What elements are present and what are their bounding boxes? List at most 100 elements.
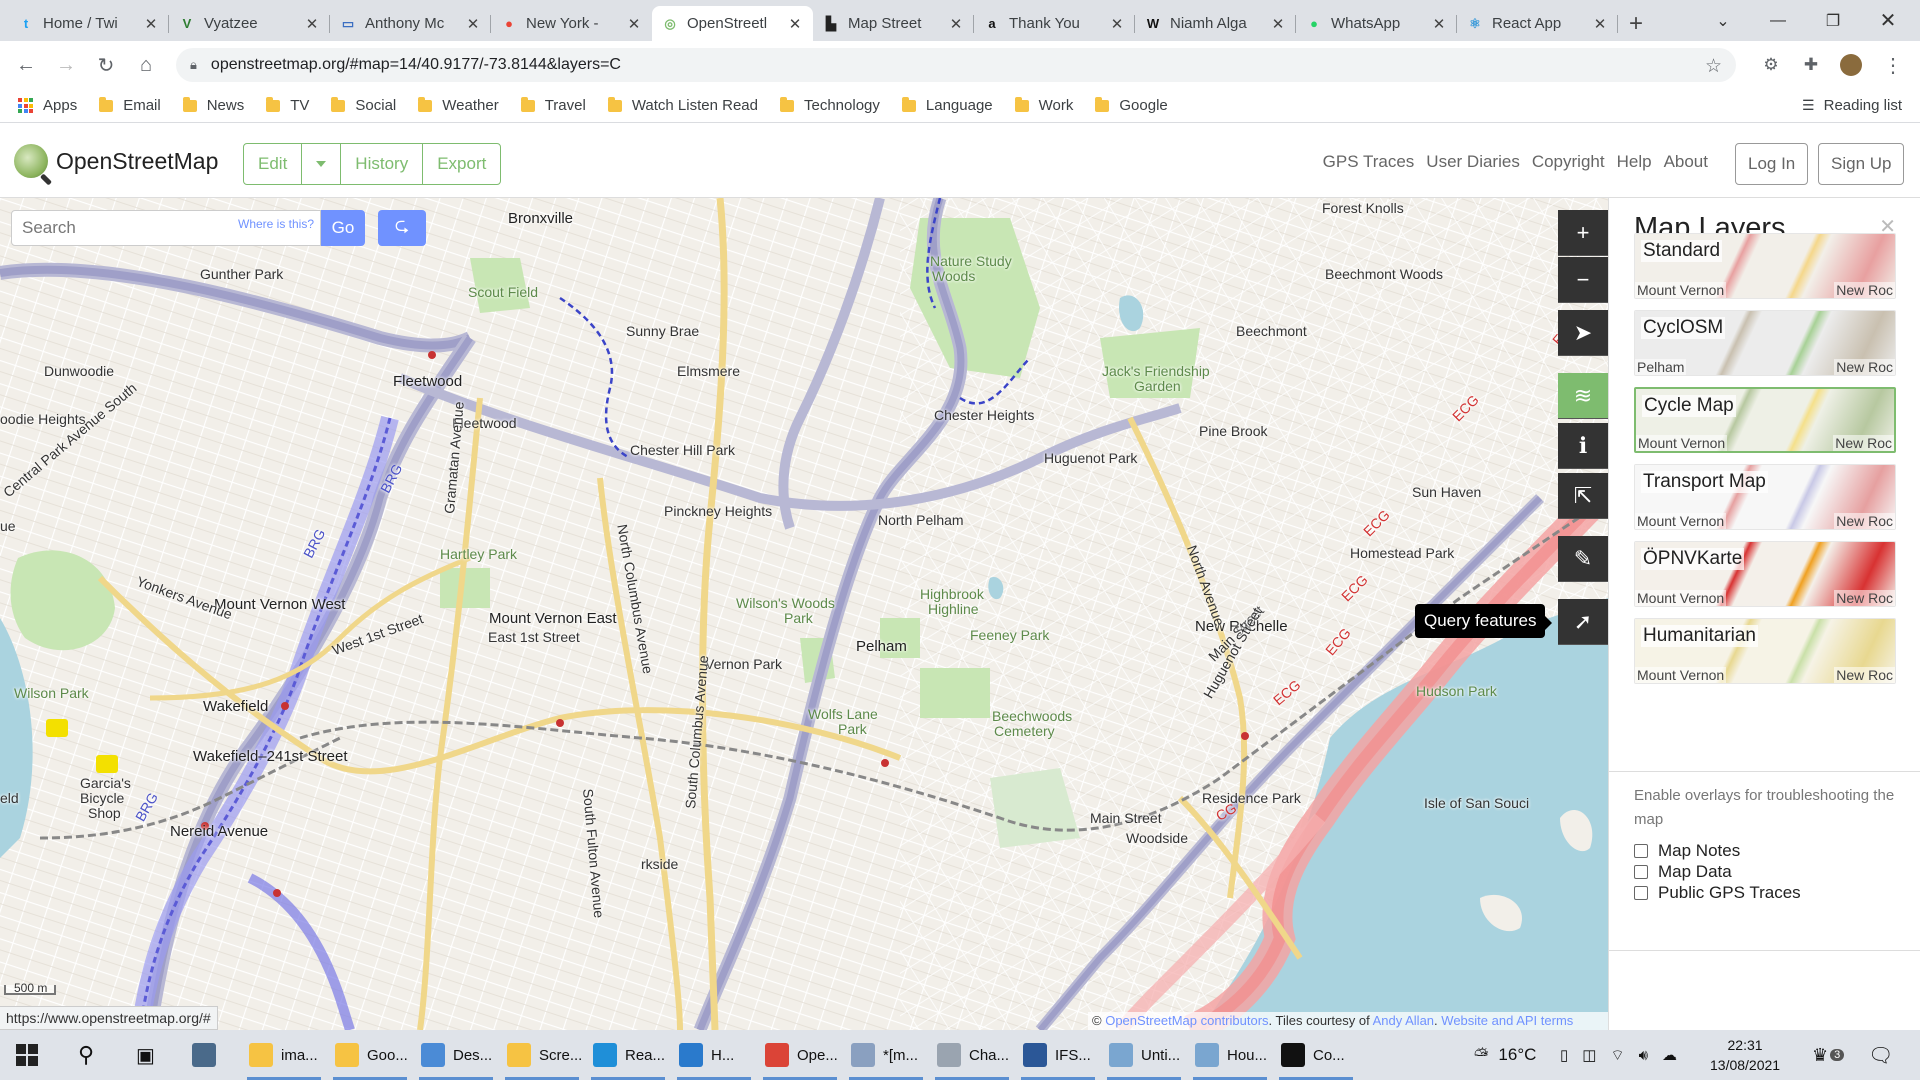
browser-tab[interactable]: ▭ Anthony Mc ✕ [330, 6, 491, 41]
checkbox[interactable] [1634, 886, 1648, 900]
close-tab-icon[interactable]: ✕ [948, 15, 964, 33]
bookmark-language[interactable]: Language [901, 96, 993, 114]
taskbar-app[interactable]: Scre... [501, 1030, 583, 1080]
bookmark-star-icon[interactable]: ☆ [1705, 55, 1722, 78]
close-window-icon[interactable]: ✕ [1865, 0, 1911, 41]
back-arrow-icon[interactable]: ← [10, 49, 42, 81]
layer-option-humanitarian[interactable]: Humanitarian Mount Vernon New Roc [1634, 618, 1896, 684]
bookmark-apps[interactable]: Apps [18, 97, 77, 114]
close-tab-icon[interactable]: ✕ [1109, 15, 1125, 33]
close-tab-icon[interactable]: ✕ [787, 15, 803, 33]
new-tab-button[interactable]: + [1618, 6, 1654, 41]
map-canvas[interactable]: Bronxville Forest Knolls Gunther Park Scout… [0, 198, 1608, 1030]
layer-option--pnvkarte[interactable]: ÖPNVKarte Mount Vernon New Roc [1634, 541, 1896, 607]
browser-tab[interactable]: ⚛ React App ✕ [1457, 6, 1618, 41]
browser-tab[interactable]: ● WhatsApp ✕ [1296, 6, 1457, 41]
close-tab-icon[interactable]: ✕ [143, 15, 159, 33]
close-tab-icon[interactable]: ✕ [626, 15, 642, 33]
zoom-in-button[interactable]: + [1558, 210, 1608, 256]
browser-tab[interactable]: W Niamh Alga ✕ [1135, 6, 1296, 41]
nav-user-diaries[interactable]: User Diaries [1426, 152, 1520, 172]
bookmark-weather[interactable]: Weather [418, 96, 499, 114]
edit-dropdown-button[interactable] [302, 144, 342, 184]
nav-about[interactable]: About [1664, 152, 1708, 172]
close-tab-icon[interactable]: ✕ [1592, 15, 1608, 33]
forward-arrow-icon[interactable]: → [50, 49, 82, 81]
query-features-button[interactable]: ➚ [1558, 599, 1608, 645]
taskbar-app[interactable]: *[m... [845, 1030, 927, 1080]
menu-kebab-icon[interactable]: ⋮ [1882, 54, 1904, 77]
layer-option-cyclosm[interactable]: CyclOSM Pelham New Roc [1634, 310, 1896, 376]
bookmark-travel[interactable]: Travel [520, 96, 586, 114]
taskbar-app[interactable]: Ope... [759, 1030, 841, 1080]
nav-copyright[interactable]: Copyright [1532, 152, 1605, 172]
home-icon[interactable]: ⌂ [130, 49, 162, 81]
taskbar-app[interactable]: Des... [415, 1030, 497, 1080]
browser-tab[interactable]: V Vyatzee ✕ [169, 6, 330, 41]
browser-tab[interactable]: ● New York - ✕ [491, 6, 652, 41]
where-is-this-link[interactable]: Where is this? [238, 217, 314, 231]
tab-search-icon[interactable]: ⌄ [1700, 0, 1746, 41]
signup-button[interactable]: Sign Up [1818, 143, 1905, 185]
browser-tab[interactable]: t Home / Twi ✕ [8, 6, 169, 41]
reading-list-button[interactable]: ☰ Reading list [1802, 97, 1902, 114]
nav-gps-traces[interactable]: GPS Traces [1323, 152, 1415, 172]
taskbar-app[interactable]: ima... [243, 1030, 325, 1080]
add-note-button[interactable]: ✎ [1558, 536, 1608, 582]
andy-allan-link[interactable]: Andy Allan [1373, 1013, 1434, 1028]
export-button[interactable]: Export [423, 144, 500, 184]
api-terms-link[interactable]: Website and API terms [1441, 1013, 1573, 1028]
checkbox[interactable] [1634, 844, 1648, 858]
search-icon[interactable]: ⚲ [78, 1030, 94, 1080]
layer-option-cycle-map[interactable]: Cycle Map Mount Vernon New Roc [1634, 387, 1896, 453]
browser-tab[interactable]: a Thank You ✕ [974, 6, 1135, 41]
taskbar-app[interactable]: Cha... [931, 1030, 1013, 1080]
share-button[interactable]: ⇱ [1558, 473, 1608, 519]
overlay-map-data[interactable]: Map Data [1634, 862, 1732, 882]
search-go-button[interactable]: Go [321, 210, 365, 246]
bookmark-tv[interactable]: TV [266, 96, 309, 114]
osm-contributors-link[interactable]: OpenStreetMap contributors [1105, 1013, 1268, 1028]
close-tab-icon[interactable]: ✕ [1431, 15, 1447, 33]
extensions-puzzle-icon[interactable]: ✚ [1800, 54, 1822, 76]
nav-help[interactable]: Help [1617, 152, 1652, 172]
notification-badge[interactable]: ♛ 3 [1812, 1030, 1845, 1080]
bookmark-email[interactable]: Email [99, 96, 161, 114]
browser-tab[interactable]: ▙ Map Street ✕ [813, 6, 974, 41]
directions-button[interactable]: ⮎ [378, 210, 426, 246]
bookmark-social[interactable]: Social [331, 96, 396, 114]
layer-option-transport-map[interactable]: Transport Map Mount Vernon New Roc [1634, 464, 1896, 530]
start-button[interactable] [16, 1030, 38, 1080]
taskbar-app[interactable]: H... [673, 1030, 755, 1080]
overlay-public-gps-traces[interactable]: Public GPS Traces [1634, 883, 1801, 903]
zoom-out-button[interactable]: − [1558, 257, 1608, 303]
taskbar-app[interactable]: Hou... [1189, 1030, 1271, 1080]
profile-avatar[interactable] [1840, 54, 1862, 76]
taskbar-app[interactable]: Unti... [1103, 1030, 1185, 1080]
browser-tab[interactable]: ◎ OpenStreetl ✕ [652, 6, 813, 41]
battery-icon[interactable]: ▯ [1560, 1046, 1568, 1064]
checkbox[interactable] [1634, 865, 1648, 879]
close-tab-icon[interactable]: ✕ [1270, 15, 1286, 33]
taskbar-app[interactable]: Goo... [329, 1030, 411, 1080]
weather-widget[interactable]: ⛅︎ 16°C [1474, 1030, 1536, 1080]
extension-gear-icon[interactable]: ⚙ [1760, 54, 1782, 76]
bookmark-technology[interactable]: Technology [780, 96, 880, 114]
edit-button[interactable]: Edit [244, 144, 303, 184]
bookmark-watch-listen-read[interactable]: Watch Listen Read [607, 96, 758, 114]
bookmark-google[interactable]: Google [1095, 96, 1168, 114]
close-tab-icon[interactable]: ✕ [465, 15, 481, 33]
address-bar[interactable]: 🔒︎ openstreetmap.org/#map=14/40.9177/-73… [176, 48, 1736, 82]
onedrive-icon[interactable]: ☁ [1662, 1046, 1677, 1064]
bookmark-news[interactable]: News [182, 96, 244, 114]
login-button[interactable]: Log In [1735, 143, 1809, 185]
bookmark-work[interactable]: Work [1014, 96, 1073, 114]
overlay-map-notes[interactable]: Map Notes [1634, 841, 1740, 861]
restore-icon[interactable]: ❐ [1810, 0, 1856, 41]
task-view-icon[interactable]: ▣ [136, 1030, 155, 1080]
taskbar-app[interactable]: Rea... [587, 1030, 669, 1080]
layers-button[interactable]: ≋ [1558, 373, 1608, 419]
meet-now-icon[interactable]: ◫ [1582, 1046, 1596, 1064]
file-manager-icon[interactable] [192, 1030, 224, 1080]
wifi-icon[interactable]: ⌔ [1610, 1046, 1624, 1065]
